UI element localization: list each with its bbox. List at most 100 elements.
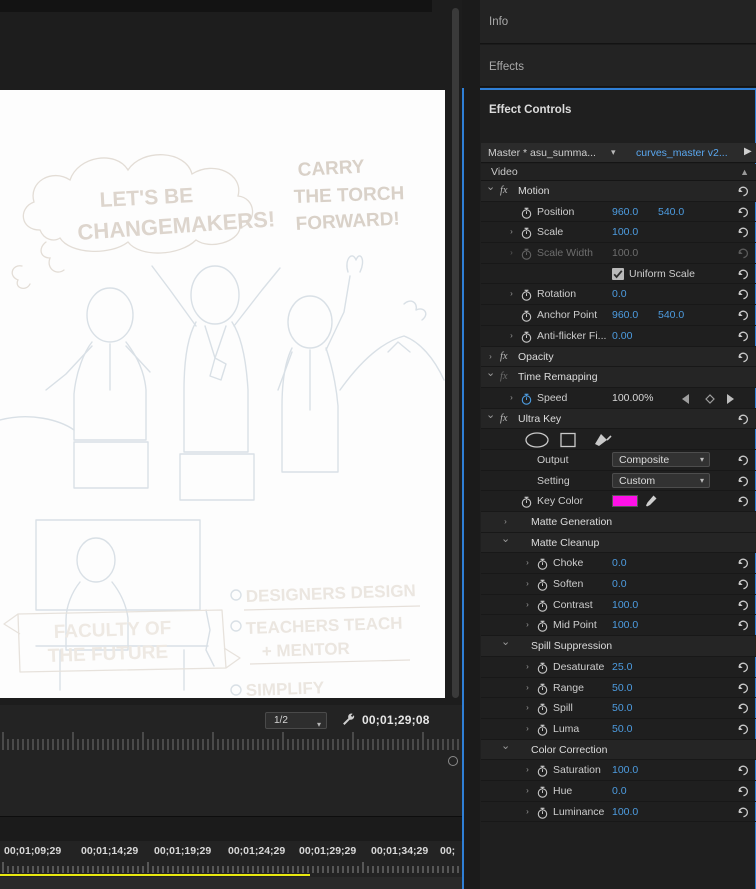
stopwatch-toggle-scale[interactable] [521, 226, 532, 240]
chevron-right-icon[interactable]: › [523, 620, 532, 629]
reset-button-spill[interactable] [736, 701, 750, 715]
wrench-icon[interactable] [341, 712, 356, 732]
play-arrow-icon[interactable]: ▶ [744, 146, 752, 157]
reset-button-luma[interactable] [736, 722, 750, 736]
param-row-scale-width[interactable]: › Scale Width 100.0 [481, 243, 756, 264]
param-value-anchor-point[interactable]: 960.0 [612, 309, 638, 321]
stopwatch-toggle-luma[interactable] [537, 723, 548, 736]
stopwatch-toggle-speed[interactable] [521, 392, 532, 405]
info-panel[interactable]: Info [480, 0, 756, 44]
monitor-zoom-knob[interactable] [448, 756, 458, 766]
chevron-right-icon[interactable]: › [501, 517, 510, 526]
param-row-uniform-scale[interactable]: Uniform Scale [481, 264, 756, 285]
param-value-scale[interactable]: 100.0 [612, 226, 638, 238]
stopwatch-toggle-saturation[interactable] [537, 764, 548, 777]
video-section-header[interactable]: Video ▲ [481, 164, 756, 181]
chevron-down-icon[interactable]: ⌄ [501, 740, 510, 751]
chevron-right-icon[interactable]: › [507, 331, 516, 340]
chevron-down-icon[interactable]: ▾ [611, 147, 616, 158]
param-row-output[interactable]: Output CompositeComposite ▾ [481, 450, 756, 471]
param-row-matte-cleanup[interactable]: ⌄ Matte Cleanup [481, 532, 756, 554]
param-row-range[interactable]: › Range 50.0 [481, 678, 756, 699]
timeline-workarea-bar[interactable] [0, 874, 310, 876]
chevron-right-icon[interactable]: › [507, 393, 516, 402]
stopwatch-toggle-anchor-point[interactable] [521, 309, 532, 322]
param-row-matte-generation[interactable]: › Matte Generation [481, 512, 756, 533]
param-row-speed[interactable]: › Speed 100.00% [481, 388, 756, 409]
param-value-rotation[interactable]: 0.0 [612, 288, 627, 300]
param-value-anti-flicker-fi[interactable]: 0.00 [612, 330, 632, 342]
param-value-position[interactable]: 960.0 [612, 206, 638, 218]
reset-button-rotation[interactable] [736, 287, 750, 301]
param-value-range[interactable]: 50.0 [612, 682, 632, 694]
chevron-right-icon[interactable]: › [507, 248, 516, 257]
tab-effect-controls[interactable]: Effect Controls [489, 104, 571, 116]
param-row-mask-tools[interactable] [481, 429, 756, 450]
master-clip-label[interactable]: Master * asu_summa... [488, 147, 606, 159]
tab-info[interactable]: Info [489, 16, 508, 28]
param-row-saturation[interactable]: › Saturation 100.0 [481, 760, 756, 781]
reset-button-range[interactable] [736, 681, 750, 695]
reset-button-position[interactable] [736, 205, 750, 219]
reset-button-ultra-key[interactable] [736, 412, 750, 426]
param-row-time-remapping[interactable]: ⌄ fx Time Remapping [481, 367, 756, 388]
video-preview[interactable]: LET'S BE CHANGEMAKERS! CARRY THE TORCH F… [0, 90, 445, 698]
param-row-mid-point[interactable]: › Mid Point 100.0 [481, 615, 756, 637]
reset-button-motion[interactable] [736, 184, 750, 198]
stopwatch-toggle-contrast[interactable] [537, 599, 548, 612]
param-row-contrast[interactable]: › Contrast 100.0 [481, 595, 756, 616]
stopwatch-toggle-choke[interactable] [537, 557, 548, 571]
fx-icon[interactable]: fx [500, 371, 508, 382]
param-value-mid-point[interactable]: 100.0 [612, 619, 638, 631]
chevron-down-icon[interactable]: ⌄ [501, 533, 510, 544]
reset-button-choke[interactable] [736, 556, 750, 570]
keyframe-navigator[interactable] [679, 392, 737, 404]
param-row-hue[interactable]: › Hue 0.0 [481, 781, 756, 802]
param-value-spill[interactable]: 50.0 [612, 702, 632, 714]
chevron-right-icon[interactable]: › [523, 579, 532, 588]
reset-button-opacity[interactable] [736, 350, 750, 364]
param-value2-position[interactable]: 540.0 [658, 206, 684, 218]
reset-button-soften[interactable] [736, 577, 750, 591]
reset-button-uniform-scale[interactable] [736, 267, 750, 281]
param-row-setting[interactable]: Setting CustomCustom ▾ [481, 471, 756, 492]
stopwatch-toggle-hue[interactable] [537, 785, 548, 798]
chevron-down-icon[interactable]: ⌄ [486, 409, 495, 420]
param-value-scale-width[interactable]: 100.0 [612, 247, 638, 259]
chevron-right-icon[interactable]: › [523, 683, 532, 692]
chevron-right-icon[interactable]: › [523, 724, 532, 733]
playback-resolution-select[interactable]: 1/2 ▾ [265, 712, 327, 729]
param-value-luminance[interactable]: 100.0 [612, 806, 638, 818]
chevron-down-icon[interactable]: ⌄ [486, 182, 495, 193]
param-row-luminance[interactable]: › Luminance 100.0 [481, 802, 756, 823]
chevron-right-icon[interactable]: › [523, 600, 532, 609]
param-row-anti-flicker-fi[interactable]: › Anti-flicker Fi... 0.00 [481, 326, 756, 347]
param-row-color-correction[interactable]: ⌄ Color Correction [481, 739, 756, 761]
reset-button-saturation[interactable] [736, 763, 750, 777]
eyedropper-icon[interactable] [644, 494, 658, 508]
ultra-key-mask-tools[interactable] [523, 432, 633, 448]
stopwatch-toggle-scale-width[interactable] [521, 247, 532, 260]
param-value-saturation[interactable]: 100.0 [612, 764, 638, 776]
chevron-right-icon[interactable]: › [523, 703, 532, 712]
chevron-down-icon[interactable]: ⌄ [486, 368, 495, 379]
param-row-opacity[interactable]: › fx Opacity [481, 346, 756, 368]
param-value2-anchor-point[interactable]: 540.0 [658, 309, 684, 321]
chevron-right-icon[interactable]: › [523, 807, 532, 816]
chevron-right-icon[interactable]: › [486, 352, 495, 361]
timeline-panel[interactable]: 00;01;09;29 00;01;14;29 00;01;19;29 00;01;2… [0, 841, 462, 889]
fx-icon[interactable]: fx [500, 351, 508, 362]
stopwatch-toggle-key-color[interactable] [521, 495, 532, 509]
stopwatch-toggle-rotation[interactable] [521, 288, 532, 302]
reset-button-setting[interactable] [736, 474, 750, 488]
dropdown-output[interactable]: Composite ▾ [612, 452, 710, 468]
param-row-scale[interactable]: › Scale 100.0 [481, 222, 756, 244]
param-value-contrast[interactable]: 100.0 [612, 599, 638, 611]
monitor-timecode[interactable]: 00;01;29;08 [362, 713, 430, 727]
param-row-motion[interactable]: ⌄ fx Motion [481, 181, 756, 202]
param-row-soften[interactable]: › Soften 0.0 [481, 574, 756, 595]
reset-button-hue[interactable] [736, 784, 750, 798]
chevron-right-icon[interactable]: › [523, 558, 532, 567]
stopwatch-toggle-soften[interactable] [537, 578, 548, 591]
fx-icon[interactable]: fx [500, 413, 508, 424]
